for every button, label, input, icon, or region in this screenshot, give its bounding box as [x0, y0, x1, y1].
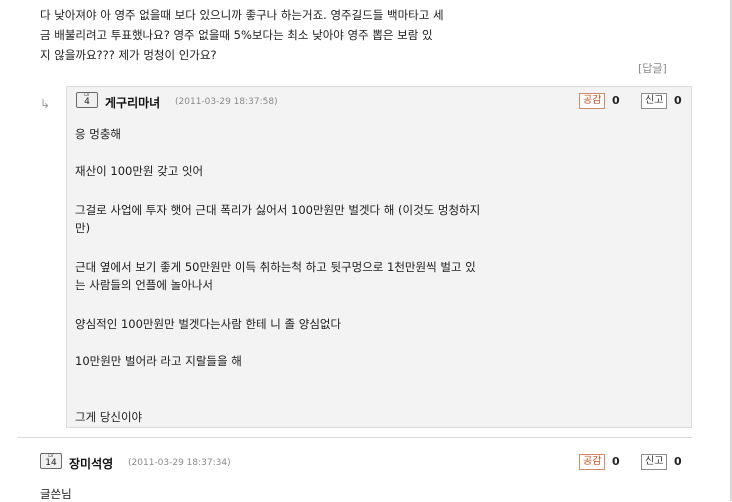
report-count: 0: [674, 455, 682, 468]
level-badge-number: 4: [84, 97, 90, 107]
reply-body-line: 양심적인 100만원만 벌겟다는사람 한테 니 졸 양심없다: [75, 317, 342, 331]
parent-comment-line: 금 배불리려고 투표했나요? 영주 없을때 5%보다는 최소 낮아야 영주 뽑은…: [40, 28, 433, 42]
reply-body-line: 는 사람들의 언플에 놀아나서: [75, 278, 213, 292]
comment-date: (2011-03-29 18:37:34): [128, 458, 231, 468]
reply-body-line: 그걸로 사업에 투자 햇어 근대 폭리가 싫어서 100만원만 벌겟다 해 (이…: [75, 203, 481, 217]
reply-body-line: 그게 당신이야: [75, 410, 143, 424]
comment-author[interactable]: 장미석영: [69, 455, 113, 472]
report-button[interactable]: 신고: [641, 93, 668, 109]
report-count: 0: [674, 94, 682, 107]
parent-comment-line: 지 않을까요??? 제가 멍청이 인가요?: [40, 48, 217, 62]
reply-body-line: 재산이 100만원 갖고 잇어: [75, 164, 204, 178]
reply-body-line: 만): [75, 221, 91, 235]
comment-author[interactable]: 게구리마녀: [105, 94, 160, 111]
parent-comment-body: 다 낮아져야 아 영주 없을때 보다 있으니까 좋구나 하는거죠. 영주길드들 …: [40, 5, 510, 65]
comment-date: (2011-03-29 18:37:58): [175, 97, 278, 107]
reply-body-line: 응 멍충해: [75, 127, 121, 141]
parent-comment-line: 다 낮아져야 아 영주 없을때 보다 있으니까 좋구나 하는거죠. 영주길드들 …: [40, 8, 444, 22]
level-badge-number: 14: [45, 458, 57, 468]
comment-divider: [17, 437, 692, 438]
reply-body-line: 10만원만 벌어라 라고 지랄들을 해: [75, 354, 242, 368]
reply-body-line: 근대 옆에서 보기 좋게 50만원만 이득 취하는척 하고 뒷구멍으로 1천만원…: [75, 260, 476, 274]
next-comment-body: 글쓴님: [40, 487, 72, 501]
reply-link[interactable]: [답글]: [638, 60, 667, 76]
agree-count: 0: [612, 94, 620, 107]
level-badge-icon: LV 4: [76, 92, 98, 108]
level-badge-icon: LV 14: [40, 453, 62, 469]
agree-button[interactable]: 공감: [579, 93, 606, 109]
reply-comment: [66, 86, 692, 428]
agree-button[interactable]: 공감: [579, 454, 606, 470]
agree-count: 0: [612, 455, 620, 468]
reply-arrow-icon: ↳: [40, 97, 51, 111]
report-button[interactable]: 신고: [641, 454, 668, 470]
